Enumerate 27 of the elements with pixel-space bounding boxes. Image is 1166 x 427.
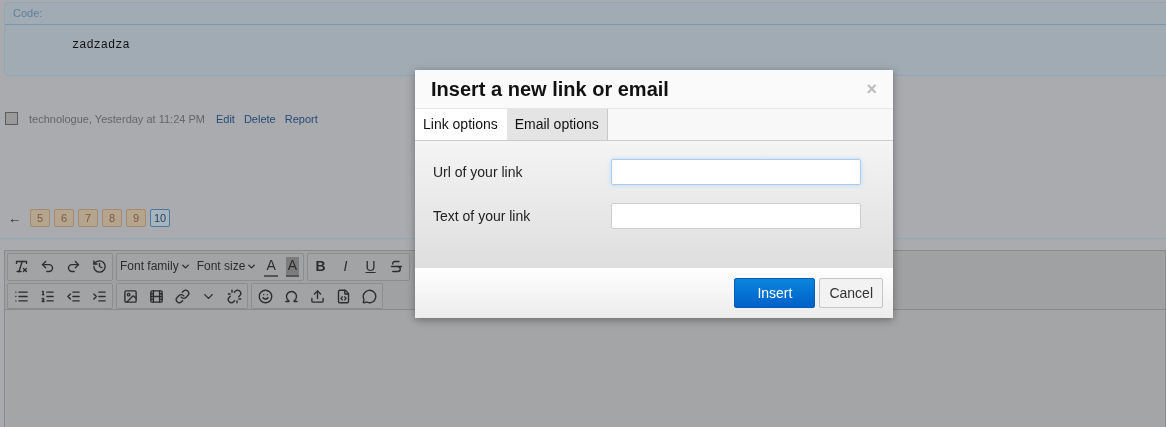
code-text: zadzadza — [71, 37, 131, 52]
dialog-tab[interactable]: Email options — [506, 109, 608, 140]
prev-arrow[interactable]: ← — [8, 210, 21, 226]
dialog-tab[interactable]: Link options — [415, 109, 507, 140]
dialog-title: Insert a new link or email — [431, 77, 669, 101]
code-header: Code: — [5, 3, 1166, 25]
page-link[interactable]: 9 — [126, 209, 146, 227]
insert-button[interactable]: Insert — [734, 278, 816, 308]
font-dropdown[interactable]: Font size — [193, 254, 261, 278]
page-link[interactable]: 10 — [150, 209, 171, 227]
page-link[interactable]: 8 — [102, 209, 122, 227]
post-action-link[interactable]: Delete — [243, 112, 276, 125]
background-color-button[interactable]: A — [285, 257, 300, 277]
field-label: Url of your link — [433, 164, 523, 180]
post-action-link[interactable]: Report — [284, 112, 318, 125]
field-label: Text of your link — [433, 208, 531, 224]
page-link[interactable]: 5 — [30, 209, 50, 227]
cancel-button[interactable]: Cancel — [819, 278, 883, 308]
post-action-link[interactable]: Edit — [215, 112, 235, 125]
bold-button[interactable]: B — [308, 254, 334, 278]
post-author-time: technologue, Yesterday at 11:24 PM — [29, 112, 205, 125]
text-color-button[interactable]: A — [264, 257, 278, 277]
underline-button[interactable]: U — [358, 254, 384, 278]
font-dropdown[interactable]: Font family — [117, 254, 194, 278]
italic-button[interactable]: I — [333, 254, 359, 278]
page-link[interactable]: 6 — [54, 209, 74, 227]
page-link[interactable]: 7 — [78, 209, 98, 227]
